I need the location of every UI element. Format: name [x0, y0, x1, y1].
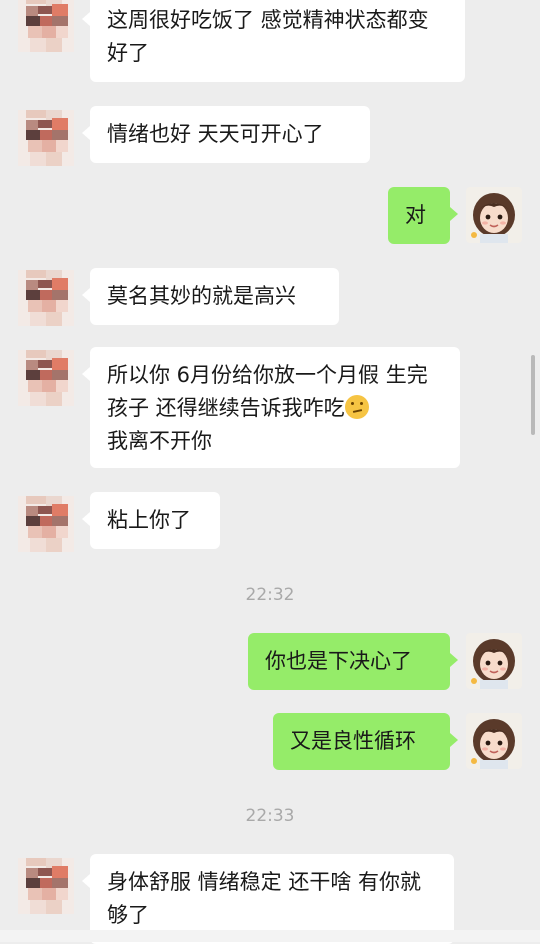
incoming-message-bubble[interactable]: 莫名其妙的就是高兴 — [82, 268, 339, 325]
incoming-message-bubble[interactable]: 情绪也好 天天可开心了 — [82, 106, 370, 163]
contact-avatar[interactable] — [18, 858, 74, 914]
my-avatar[interactable] — [466, 633, 522, 689]
my-avatar[interactable] — [466, 187, 522, 243]
bottom-bar — [0, 930, 540, 942]
my-avatar[interactable] — [466, 713, 522, 769]
outgoing-message-bubble[interactable]: 对 — [388, 187, 458, 244]
message-text: 所以你 6月份给你放一个月假 生完孩子 还得继续告诉我咋吃 — [107, 363, 428, 420]
message-text: 我离不开你 — [107, 429, 212, 453]
timestamp: 22:33 — [245, 806, 295, 826]
chat-area[interactable]: 这周很好吃饭了 感觉精神状态都变好了 情绪也好 天天可开心了 对 莫名其妙的就是… — [0, 0, 540, 944]
incoming-message-bubble[interactable]: 这周很好吃饭了 感觉精神状态都变好了 — [82, 0, 465, 82]
contact-avatar[interactable] — [18, 270, 74, 326]
outgoing-message-bubble[interactable]: 又是良性循环 — [273, 713, 458, 770]
thinking-face-emoji — [344, 395, 369, 419]
contact-avatar[interactable] — [18, 0, 74, 52]
scrollbar[interactable] — [531, 355, 535, 435]
contact-avatar[interactable] — [18, 350, 74, 406]
outgoing-message-bubble[interactable]: 你也是下决心了 — [248, 633, 458, 690]
contact-avatar[interactable] — [18, 110, 74, 166]
incoming-message-bubble[interactable]: 粘上你了 — [82, 492, 220, 549]
contact-avatar[interactable] — [18, 496, 74, 552]
incoming-message-bubble[interactable]: 所以你 6月份给你放一个月假 生完孩子 还得继续告诉我咋吃 我离不开你 — [82, 347, 460, 468]
timestamp: 22:32 — [245, 585, 295, 605]
